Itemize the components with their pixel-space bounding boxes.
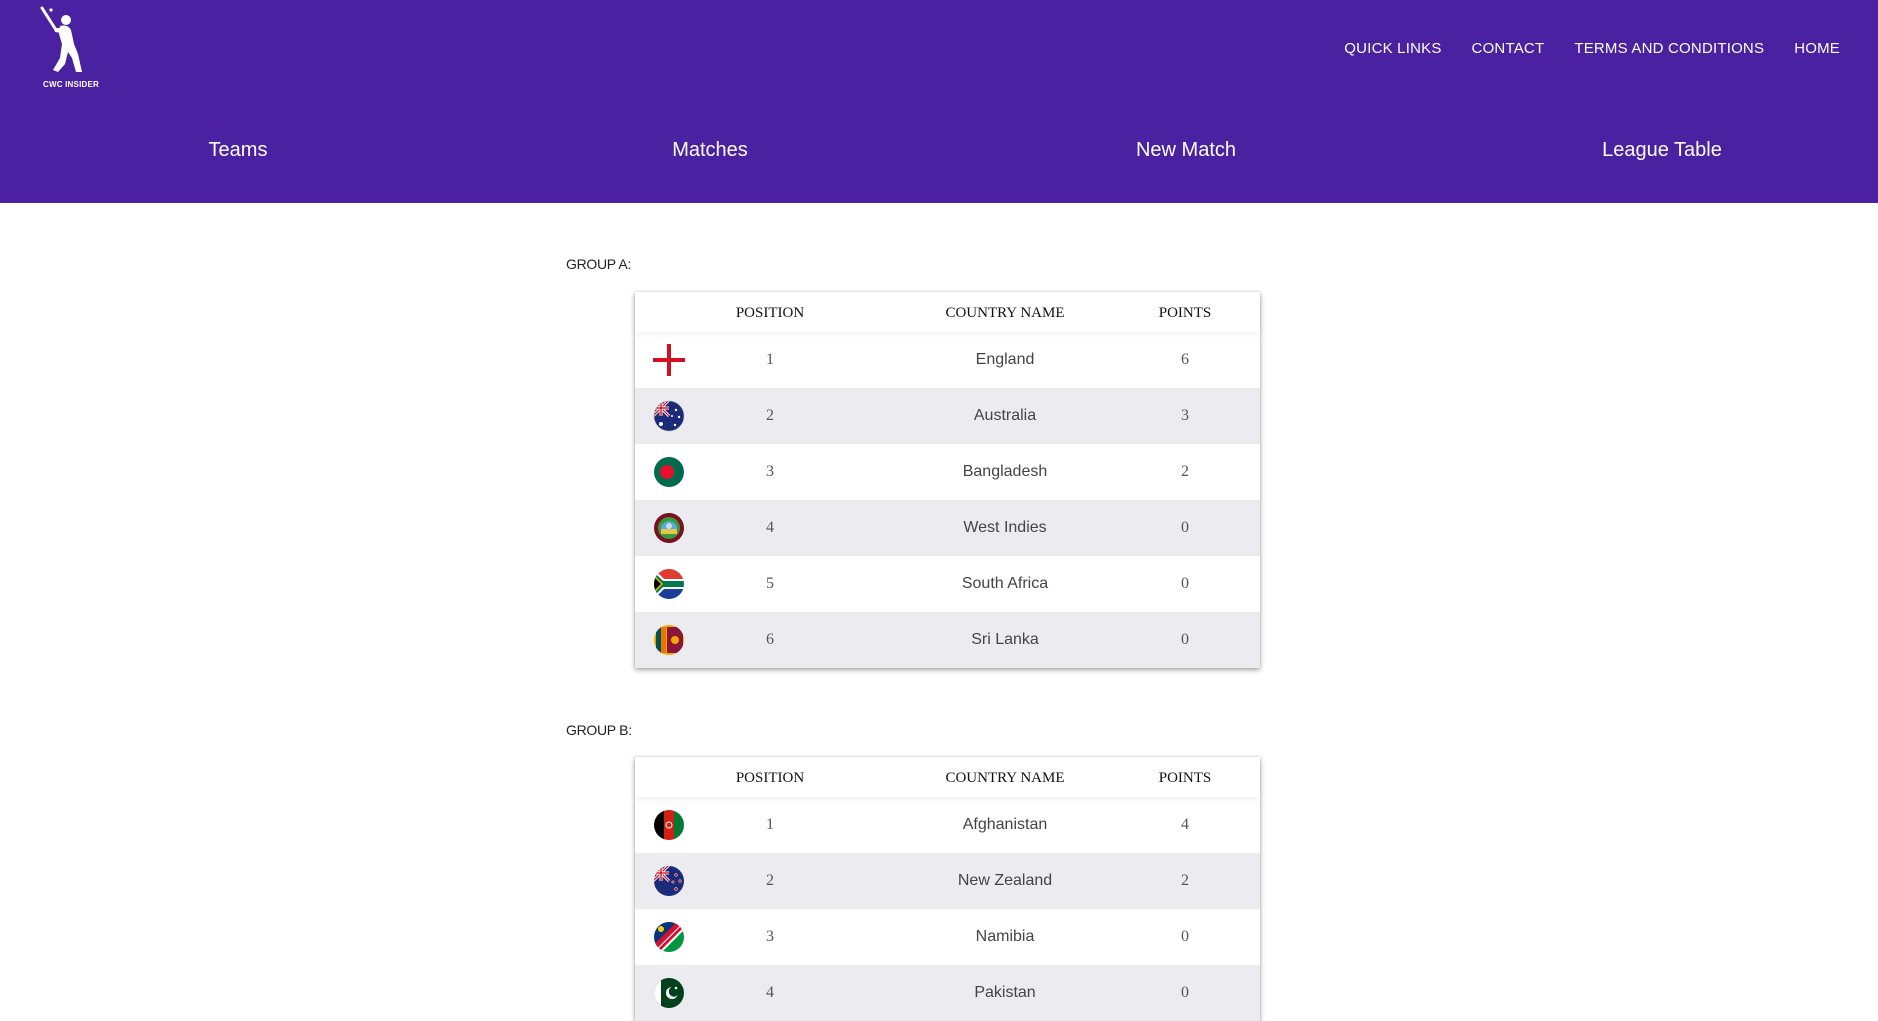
south-africa-flag-icon: [653, 568, 685, 600]
row-position: 2: [766, 872, 774, 889]
group-b-table: POSITION COUNTRY NAME POINTS 1 Afghanist…: [635, 757, 1260, 1021]
header-country: COUNTRY NAME: [945, 305, 1065, 321]
group-a-table: POSITION COUNTRY NAME POINTS 1 England 6: [635, 292, 1260, 668]
row-points: 2: [1181, 463, 1189, 480]
row-points: 2: [1181, 872, 1189, 889]
nav-league-table[interactable]: League Table: [1424, 139, 1878, 162]
row-country: Sri Lanka: [971, 631, 1039, 648]
row-country: Bangladesh: [962, 463, 1048, 480]
australia-flag-icon: [653, 400, 685, 432]
table-row: 3 Namibia 0: [635, 909, 1260, 965]
row-position: 3: [766, 463, 774, 480]
logo-text: CWC INSIDER: [43, 80, 99, 89]
pakistan-flag-icon: [653, 977, 685, 1009]
west-indies-flag-icon: [653, 512, 685, 544]
england-flag-icon: [653, 344, 685, 376]
header-position: POSITION: [735, 770, 805, 786]
header-position: POSITION: [735, 305, 805, 321]
group-a-label: GROUP A:: [566, 256, 632, 272]
table-header: POSITION COUNTRY NAME POINTS: [635, 292, 1260, 332]
row-country: Australia: [973, 407, 1037, 424]
row-country: South Africa: [961, 575, 1049, 592]
afghanistan-flag-icon: [653, 809, 685, 841]
table-row: 2 New Zealand 2: [635, 853, 1260, 909]
row-position: 3: [766, 928, 774, 945]
row-points: 0: [1181, 984, 1189, 1001]
row-position: 2: [766, 407, 774, 424]
namibia-flag-icon: [653, 921, 685, 953]
table-header: POSITION COUNTRY NAME POINTS: [635, 757, 1260, 797]
top-link-contact[interactable]: CONTACT: [1472, 40, 1545, 60]
table-row: 1 Afghanistan 4: [635, 797, 1260, 853]
table-row: 2 Australia 3: [635, 388, 1260, 444]
row-position: 4: [766, 984, 774, 1001]
row-points: 0: [1181, 519, 1189, 536]
top-link-quick-links[interactable]: QUICK LINKS: [1344, 40, 1441, 60]
nav-new-match[interactable]: New Match: [948, 139, 1424, 162]
row-position: 1: [766, 351, 774, 368]
row-country: West Indies: [963, 519, 1047, 536]
table-row: 4 West Indies 0: [635, 500, 1260, 556]
row-country: Namibia: [975, 928, 1035, 945]
row-position: 4: [766, 519, 774, 536]
row-points: 0: [1181, 575, 1189, 592]
table-row: 3 Bangladesh 2: [635, 444, 1260, 500]
new-zealand-flag-icon: [653, 865, 685, 897]
table-row: 6 Sri Lanka 0: [635, 612, 1260, 668]
table-row: 4 Pakistan 0: [635, 965, 1260, 1021]
table-row: 1 England 6: [635, 332, 1260, 388]
header-points: POINTS: [1158, 770, 1212, 786]
row-points: 4: [1181, 816, 1189, 833]
row-position: 6: [766, 631, 774, 648]
header-points: POINTS: [1158, 305, 1212, 321]
table-row: 5 South Africa 0: [635, 556, 1260, 612]
row-points: 0: [1181, 631, 1189, 648]
sri-lanka-flag-icon: [653, 624, 685, 656]
row-points: 3: [1181, 407, 1189, 424]
nav-teams[interactable]: Teams: [0, 139, 476, 162]
group-b-label: GROUP B:: [566, 722, 632, 738]
header-country: COUNTRY NAME: [945, 770, 1065, 786]
row-position: 5: [766, 575, 774, 592]
nav-matches[interactable]: Matches: [472, 139, 948, 162]
row-position: 1: [766, 816, 774, 833]
top-link-terms[interactable]: TERMS AND CONDITIONS: [1574, 40, 1764, 60]
row-country: New Zealand: [957, 872, 1053, 889]
row-country: Pakistan: [974, 984, 1036, 1001]
row-country: Afghanistan: [962, 816, 1048, 833]
top-links: QUICK LINKS CONTACT TERMS AND CONDITIONS…: [1314, 40, 1840, 60]
cwc-insider-logo[interactable]: CWC INSIDER: [38, 6, 99, 92]
bangladesh-flag-icon: [653, 456, 685, 488]
row-points: 0: [1181, 928, 1189, 945]
site-header: CWC INSIDER QUICK LINKS CONTACT TERMS AN…: [0, 0, 1878, 203]
batsman-icon: [40, 6, 82, 72]
top-link-home[interactable]: HOME: [1794, 40, 1840, 60]
main-nav: Teams Matches New Match League Table: [0, 126, 1878, 176]
row-points: 6: [1181, 351, 1189, 368]
row-country: England: [975, 351, 1035, 368]
